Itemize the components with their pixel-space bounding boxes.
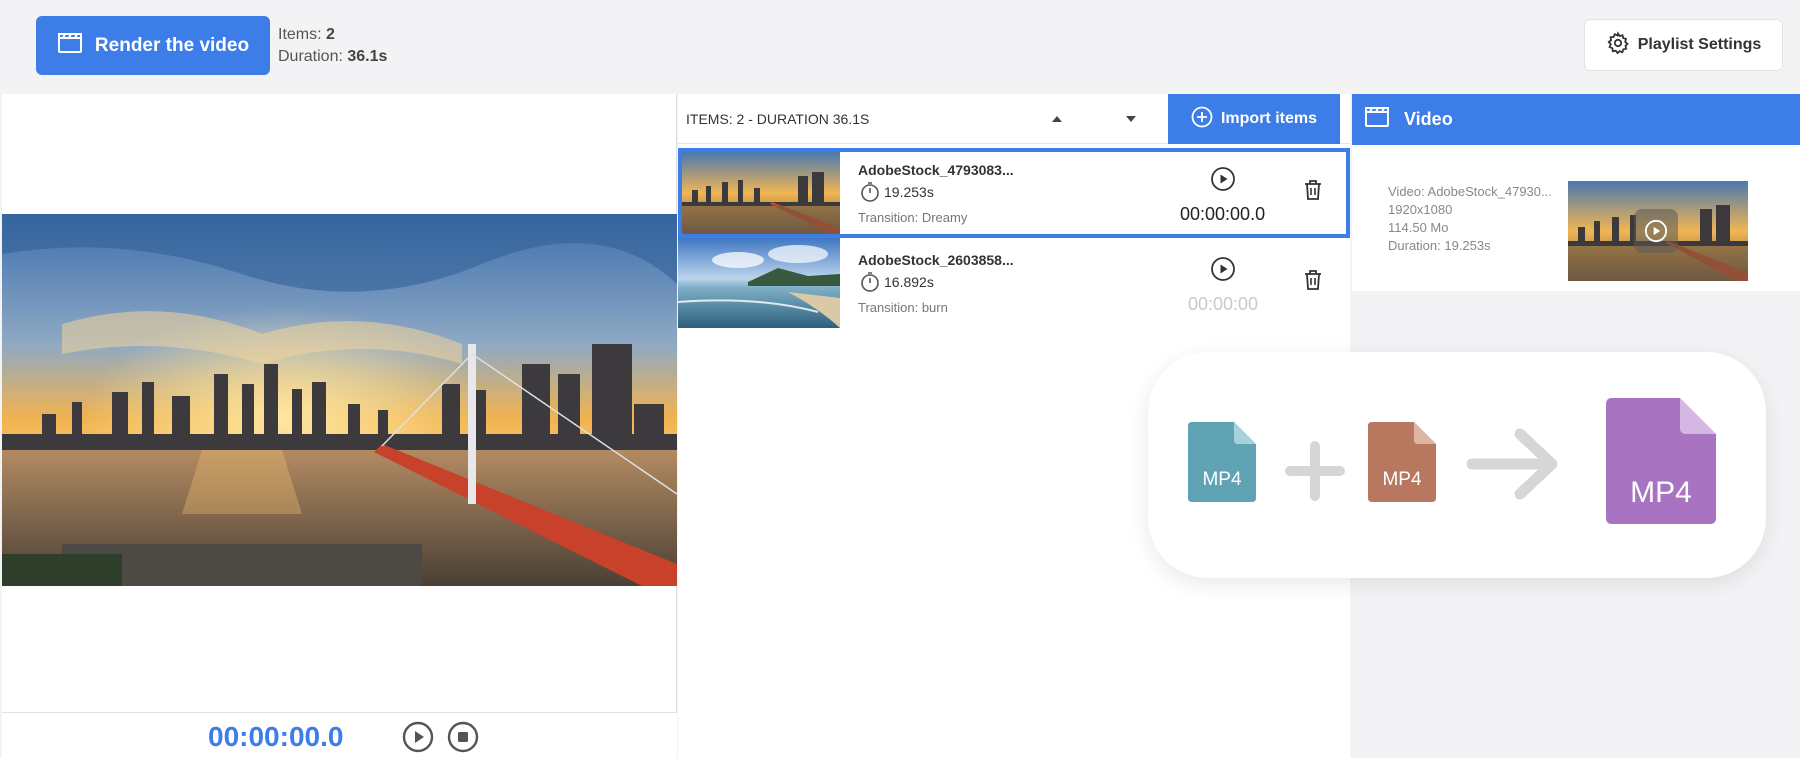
trash-icon — [1305, 270, 1321, 290]
item-duration-value: 16.892s — [884, 274, 934, 290]
arrow-right-icon — [1466, 426, 1560, 502]
playlist-settings-label: Playlist Settings — [1637, 36, 1762, 53]
result-file-label: MP4 — [1630, 476, 1692, 509]
playlist-item[interactable]: AdobeStock_4793083... 19.253s Transition… — [678, 148, 1350, 238]
playlist-summary: Items: 2 Duration: 36.1s — [278, 24, 387, 68]
item-name: AdobeStock_2603858... — [858, 252, 1014, 268]
item-delete-button[interactable] — [1302, 268, 1324, 292]
caret-down-icon — [1126, 116, 1136, 122]
plus-circle-icon — [1191, 106, 1213, 133]
video-panel-title: Video — [1404, 109, 1453, 129]
thumbnail-play-button[interactable] — [1634, 209, 1678, 253]
video-size: 114.50 Mo — [1388, 220, 1449, 235]
mp4-result-icon: MP4 — [1606, 398, 1716, 524]
play-icon — [1211, 257, 1235, 281]
playlist-header-label: ITEMS: 2 - DURATION 36.1S — [686, 111, 870, 127]
merge-mp4-graphic: MP4 MP4 MP4 — [1148, 352, 1766, 578]
trash-icon — [1305, 180, 1321, 200]
item-timecode: 00:00:00.0 — [1180, 204, 1266, 224]
item-timecode: 00:00:00 — [1188, 294, 1259, 314]
video-name: Video: AdobeStock_47930... — [1388, 184, 1552, 199]
import-items-button[interactable]: Import items — [1168, 94, 1340, 144]
stop-button[interactable] — [447, 721, 479, 753]
file-2-label: MP4 — [1382, 469, 1422, 490]
player-timecode: 00:00:00.0 — [208, 721, 344, 752]
item-thumbnail — [682, 152, 840, 234]
item-delete-button[interactable] — [1302, 178, 1324, 202]
player-controls: 00:00:00.0 — [2, 712, 677, 758]
video-thumbnail[interactable] — [1568, 181, 1748, 281]
video-duration: Duration: 19.253s — [1388, 238, 1491, 253]
render-video-label: Render the video — [94, 34, 250, 56]
plus-icon — [1284, 440, 1346, 502]
item-thumbnail — [678, 238, 840, 328]
item-play-button[interactable] — [1210, 166, 1236, 192]
stopwatch-icon — [861, 272, 879, 292]
duration-value: 36.1s — [347, 48, 388, 65]
item-duration: 16.892s — [858, 270, 934, 294]
preview-video-frame — [2, 214, 677, 586]
duration-label: Duration: — [278, 48, 343, 65]
play-button[interactable] — [402, 721, 434, 753]
render-video-button[interactable]: Render the video — [36, 16, 270, 75]
item-duration: 19.253s — [858, 180, 934, 204]
preview-panel: 00:00:00.0 — [2, 94, 677, 758]
item-play-button[interactable] — [1210, 256, 1236, 282]
stopwatch-icon — [861, 182, 879, 202]
playlist-header: ITEMS: 2 - DURATION 36.1S Import items — [678, 94, 1350, 144]
play-icon — [1211, 167, 1235, 191]
play-icon — [1644, 219, 1668, 243]
item-transition: Transition: Dreamy — [858, 210, 968, 225]
gear-icon — [1606, 30, 1630, 60]
clapperboard-icon — [57, 32, 83, 60]
items-value: 2 — [326, 26, 335, 43]
stop-icon — [447, 721, 479, 753]
item-duration-value: 19.253s — [884, 184, 934, 200]
caret-up-icon — [1052, 116, 1062, 122]
clapperboard-icon — [1364, 106, 1390, 133]
items-label: Items: — [278, 26, 322, 43]
playlist-item[interactable]: AdobeStock_2603858... 16.892s Transition… — [678, 238, 1350, 328]
playlist-settings-button[interactable]: Playlist Settings — [1584, 19, 1783, 71]
move-down-button[interactable] — [1124, 112, 1138, 126]
video-resolution: 1920x1080 — [1388, 202, 1453, 217]
mp4-file-icon: MP4 — [1188, 422, 1256, 502]
play-icon — [402, 721, 434, 753]
import-items-label: Import items — [1220, 110, 1317, 127]
item-transition: Transition: burn — [858, 300, 948, 315]
item-name: AdobeStock_4793083... — [858, 162, 1014, 178]
mp4-file-icon: MP4 — [1368, 422, 1436, 502]
file-1-label: MP4 — [1202, 469, 1242, 490]
video-metadata: Video: AdobeStock_47930... 1920x1080 114… — [1388, 183, 1552, 255]
video-details: Video: AdobeStock_47930... 1920x1080 114… — [1352, 145, 1800, 291]
move-up-button[interactable] — [1050, 112, 1064, 126]
video-panel-header: Video — [1352, 94, 1800, 145]
